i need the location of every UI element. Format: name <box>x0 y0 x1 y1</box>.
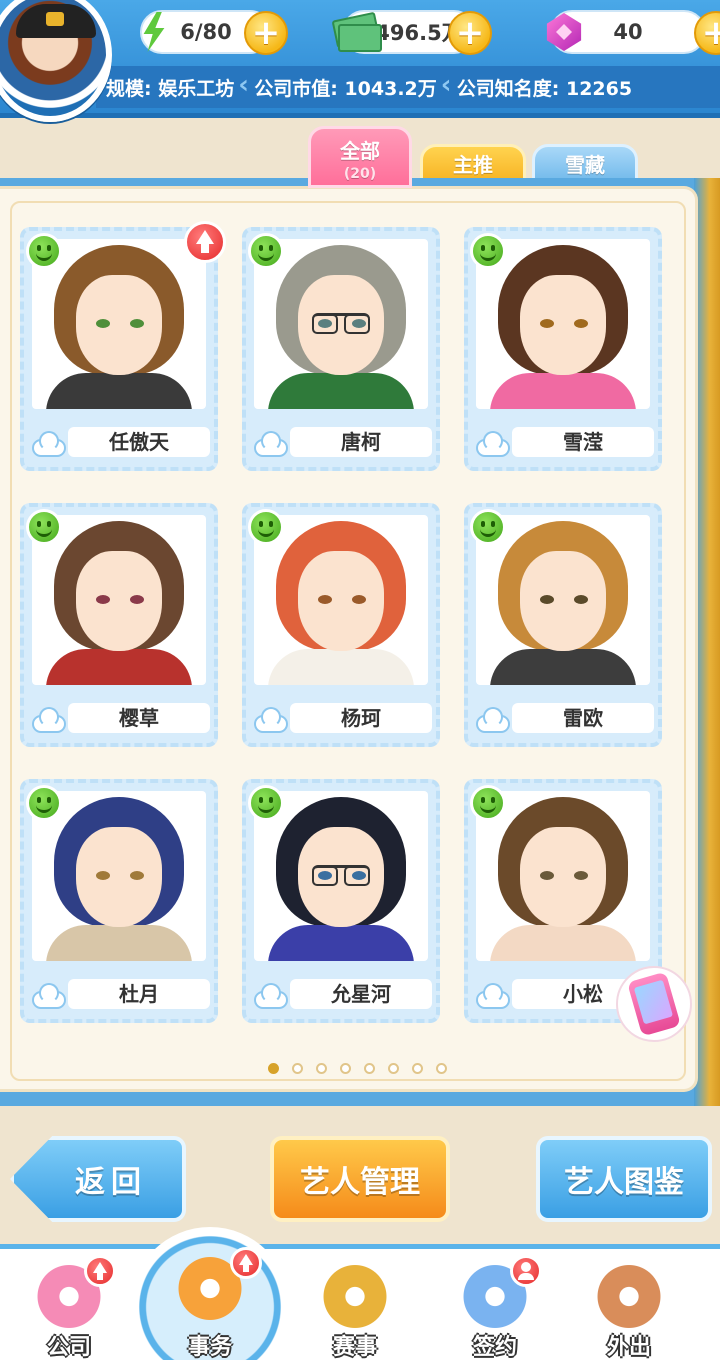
nav-item-label: 签约 <box>472 1335 517 1360</box>
mood-happy-icon <box>248 233 284 269</box>
company-info-bar: 规模: 娱乐工坊 公司市值: 1043.2万 公司知名度: 12265 <box>96 66 720 108</box>
artist-portrait <box>32 239 206 409</box>
artist-portrait <box>476 791 650 961</box>
gem-icon <box>538 6 590 58</box>
mood-happy-icon <box>248 785 284 821</box>
artist-portrait <box>476 515 650 685</box>
cloud-icon <box>252 981 288 1009</box>
phone-icon <box>627 971 681 1037</box>
artist-name: 樱草 <box>68 703 210 733</box>
artist-portrait <box>476 239 650 409</box>
company-scale: 规模: 娱乐工坊 <box>106 77 235 100</box>
artist-portrait <box>32 791 206 961</box>
top-status-bar: 6/80 + 496.5万 + 40 + 规模: 娱乐工坊 公司市值: 1043… <box>0 0 720 122</box>
nav-item[interactable]: 签约 <box>440 1255 550 1360</box>
company-fame: 公司知名度: 12265 <box>441 70 642 101</box>
page-dot[interactable] <box>268 1063 279 1074</box>
tab-all[interactable]: 全部 (20) <box>308 126 412 188</box>
glasses-icon <box>312 865 370 886</box>
nav-item[interactable]: 公司 <box>14 1255 124 1360</box>
nav-item-label: 事务 <box>187 1335 232 1360</box>
glasses-icon <box>312 313 370 334</box>
cloud-icon <box>30 429 66 457</box>
upgrade-badge-icon <box>84 1255 116 1287</box>
cloud-icon <box>474 981 510 1009</box>
mood-happy-icon <box>470 785 506 821</box>
artist-card[interactable]: 杜月 <box>20 779 218 1023</box>
nav-item-icon <box>594 1265 664 1335</box>
new-contact-badge-icon <box>510 1255 542 1287</box>
artist-card[interactable]: 雪滢 <box>464 227 662 471</box>
cloud-icon <box>252 705 288 733</box>
artist-portrait <box>32 515 206 685</box>
add-gems-button[interactable]: + <box>694 11 720 55</box>
gem-counter: 40 + <box>546 10 720 55</box>
artist-portrait <box>254 239 428 409</box>
artist-name: 任傲天 <box>68 427 210 457</box>
page-dot[interactable] <box>412 1063 423 1074</box>
artist-card[interactable]: 杨珂 <box>242 503 440 747</box>
mood-happy-icon <box>248 509 284 545</box>
mood-happy-icon <box>470 233 506 269</box>
avatar-cap-icon <box>16 4 96 38</box>
artist-name: 雷欧 <box>512 703 654 733</box>
nav-item[interactable]: 赛事 <box>300 1255 410 1360</box>
artist-name: 雪滢 <box>512 427 654 457</box>
artist-name: 杨珂 <box>290 703 432 733</box>
mood-happy-icon <box>26 785 62 821</box>
mood-happy-icon <box>26 509 62 545</box>
nav-item[interactable]: 外出 <box>574 1255 684 1360</box>
tab-all-count: (20) <box>343 166 377 182</box>
mood-happy-icon <box>470 509 506 545</box>
money-counter: 496.5万 + <box>338 10 492 55</box>
cloud-icon <box>30 705 66 733</box>
artist-card[interactable]: 任傲天 <box>20 221 226 471</box>
artist-card[interactable]: 唐柯 <box>242 227 440 471</box>
artist-name: 杜月 <box>68 979 210 1009</box>
money-icon <box>330 6 382 58</box>
artist-card[interactable]: 樱草 <box>20 503 218 747</box>
page-dot[interactable] <box>364 1063 375 1074</box>
nav-item-label: 外出 <box>606 1335 651 1360</box>
album-page: 任傲天 唐柯 雪滢 樱草 杨珂 雷欧 杜月 允星河 小松 <box>0 186 698 1092</box>
tab-all-label: 全部 <box>340 139 380 163</box>
nav-item-label: 赛事 <box>332 1335 377 1360</box>
artist-name: 允星河 <box>290 979 432 1009</box>
artist-card[interactable]: 允星河 <box>242 779 440 1023</box>
add-energy-button[interactable]: + <box>244 11 288 55</box>
artist-manage-button[interactable]: 艺人管理 <box>270 1136 450 1222</box>
page-dot[interactable] <box>436 1063 447 1074</box>
cloud-icon <box>474 429 510 457</box>
artist-grid: 任傲天 唐柯 雪滢 樱草 杨珂 雷欧 杜月 允星河 小松 <box>20 221 662 1023</box>
energy-icon <box>128 6 180 58</box>
cloud-icon <box>474 705 510 733</box>
nav-item-icon <box>320 1265 390 1335</box>
energy-counter: 6/80 + <box>140 10 288 55</box>
phone-button[interactable] <box>616 966 692 1042</box>
upgrade-badge-icon <box>230 1247 262 1279</box>
nav-item[interactable]: 事务 <box>130 1227 290 1360</box>
artist-portrait <box>254 515 428 685</box>
page-indicator[interactable] <box>268 1063 447 1074</box>
action-buttons: 返回 艺人管理 艺人图鉴 <box>0 1136 720 1228</box>
page-dot[interactable] <box>340 1063 351 1074</box>
artist-album: 任傲天 唐柯 雪滢 樱草 杨珂 雷欧 杜月 允星河 小松 <box>0 178 720 1106</box>
back-button[interactable]: 返回 <box>10 1136 186 1222</box>
page-dot[interactable] <box>292 1063 303 1074</box>
page-dot[interactable] <box>316 1063 327 1074</box>
upgrade-arrow-icon[interactable] <box>184 221 226 263</box>
add-money-button[interactable]: + <box>448 11 492 55</box>
company-market-value: 公司市值: 1043.2万 <box>238 70 447 101</box>
artist-guide-button[interactable]: 艺人图鉴 <box>536 1136 712 1222</box>
nav-item-label: 公司 <box>46 1335 91 1360</box>
cloud-icon <box>30 981 66 1009</box>
bottom-navigation: 公司 事务 赛事 签约 外出 <box>0 1227 720 1360</box>
page-dot[interactable] <box>388 1063 399 1074</box>
mood-happy-icon <box>26 233 62 269</box>
cloud-icon <box>252 429 288 457</box>
artist-card[interactable]: 雷欧 <box>464 503 662 747</box>
artist-portrait <box>254 791 428 961</box>
artist-name: 唐柯 <box>290 427 432 457</box>
